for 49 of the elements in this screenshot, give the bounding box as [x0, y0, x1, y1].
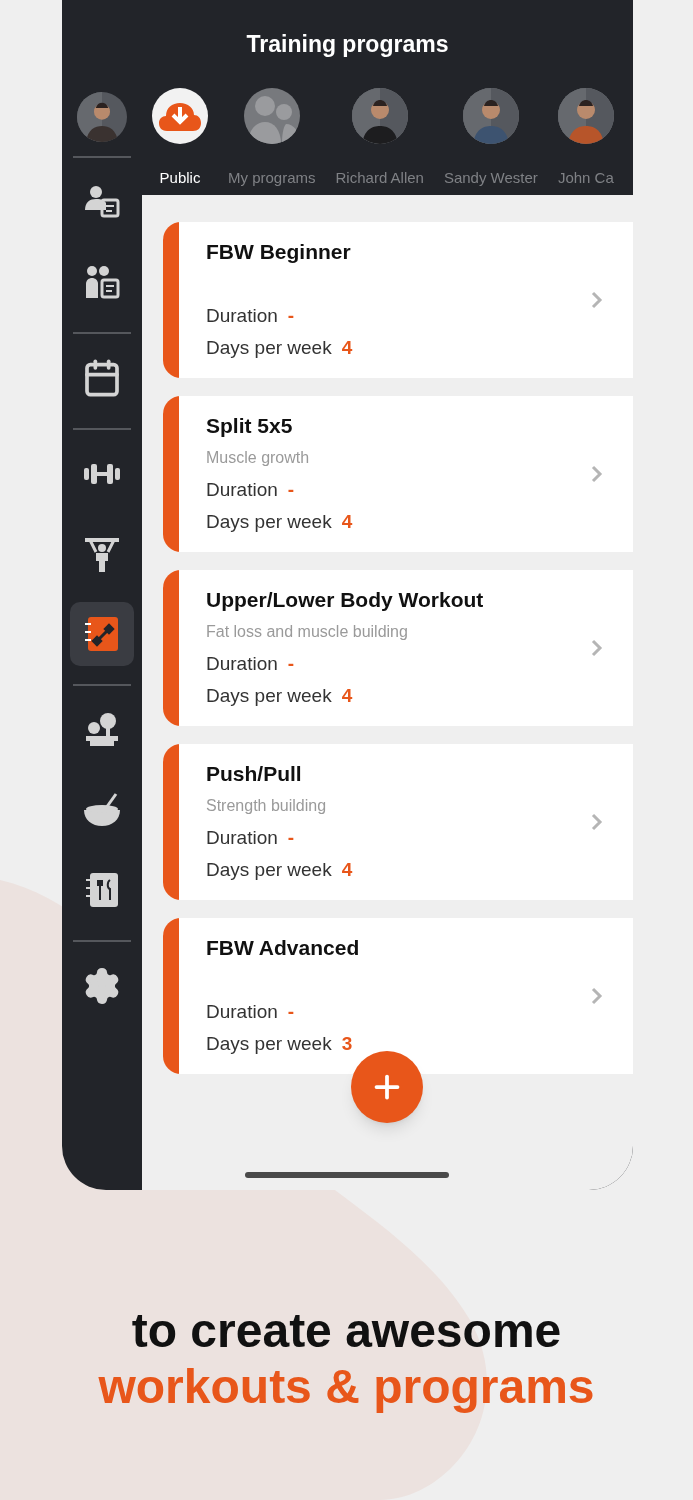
duration-value: -	[287, 999, 295, 1024]
duration-label: Duration	[206, 477, 278, 502]
program-subtitle: Strength building	[206, 796, 327, 816]
program-subtitle: Muscle growth	[206, 448, 310, 468]
duration-label: Duration	[206, 651, 278, 676]
tab[interactable]: Sandy Wester	[443, 88, 538, 195]
duration-label: Duration	[206, 303, 278, 328]
tab[interactable]: Richard Allen	[335, 88, 424, 195]
chevron-right-icon	[591, 987, 603, 1005]
program-card[interactable]: Split 5x5 Muscle growth Duration - Days per week 4	[163, 396, 633, 552]
days-label: Days per week	[206, 335, 332, 360]
screen-title: Training programs	[246, 29, 449, 59]
program-title: FBW Advanced	[206, 935, 361, 961]
chevron-right-icon	[591, 291, 603, 309]
program-title: Upper/Lower Body Workout	[206, 587, 485, 613]
days-value: 4	[341, 335, 353, 360]
add-button[interactable]	[351, 1051, 423, 1123]
days-value: 4	[341, 509, 353, 534]
duration-value: -	[287, 825, 295, 850]
chevron-right-icon	[591, 465, 603, 483]
program-card[interactable]: FBW Beginner Duration - Days per week 4	[163, 222, 633, 378]
program-title: Push/Pull	[206, 761, 303, 787]
program-card[interactable]: Push/Pull Strength building Duration - Days per week 4	[163, 744, 633, 900]
days-label: Days per week	[206, 509, 332, 534]
days-value: 4	[341, 857, 353, 882]
cloud-download-icon	[159, 101, 201, 131]
duration-value: -	[287, 477, 295, 502]
program-subtitle: Fat loss and muscle building	[206, 622, 408, 642]
program-title: Split 5x5	[206, 413, 294, 439]
calendar-icon	[82, 358, 122, 398]
tab[interactable]: My programs	[228, 88, 316, 195]
program-card[interactable]: FBW Advanced Duration - Days per week 3	[163, 918, 633, 1074]
days-label: Days per week	[206, 1031, 332, 1056]
program-card[interactable]: Upper/Lower Body Workout Fat loss and muscle building Duration - Days per week 4	[163, 570, 633, 726]
chevron-right-icon	[591, 813, 603, 831]
tagline-subheading: workouts & programs	[98, 1359, 595, 1415]
profile-avatar[interactable]	[77, 92, 127, 142]
days-label: Days per week	[206, 683, 332, 708]
days-value: 4	[341, 683, 353, 708]
duration-label: Duration	[206, 999, 278, 1024]
duration-value: -	[287, 651, 295, 676]
duration-value: -	[287, 303, 295, 328]
program-title: FBW Beginner	[206, 239, 352, 265]
sidebar-item[interactable]	[70, 602, 134, 666]
tagline-heading: to create awesome	[131, 1303, 562, 1359]
chevron-right-icon	[591, 639, 603, 657]
duration-label: Duration	[206, 825, 278, 850]
days-value: 3	[341, 1031, 353, 1056]
days-label: Days per week	[206, 857, 332, 882]
